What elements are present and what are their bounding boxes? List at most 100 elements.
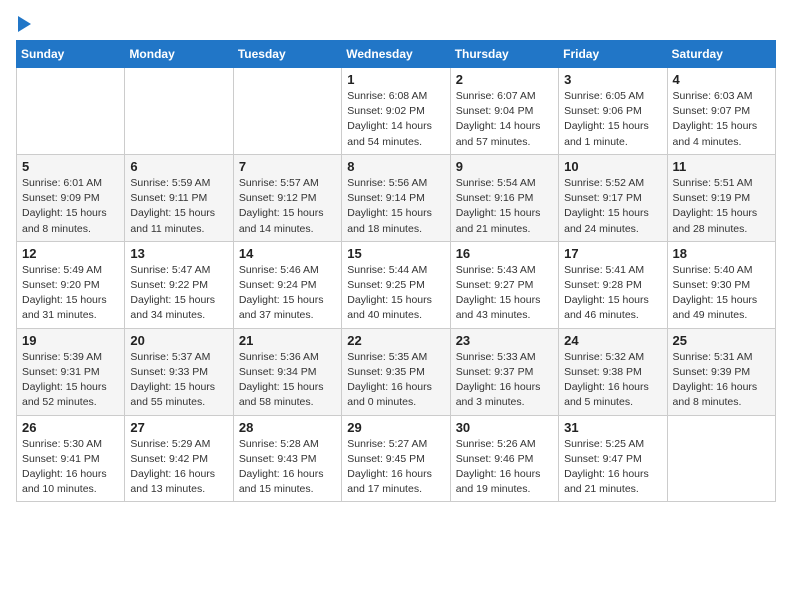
calendar-header-row: SundayMondayTuesdayWednesdayThursdayFrid… [17, 41, 776, 68]
calendar-cell: 21 Sunrise: 5:36 AM Sunset: 9:34 PM Dayli… [233, 328, 341, 415]
calendar-cell: 3 Sunrise: 6:05 AM Sunset: 9:06 PM Daylig… [559, 68, 667, 155]
calendar-week-row: 12 Sunrise: 5:49 AM Sunset: 9:20 PM Dayli… [17, 241, 776, 328]
calendar-cell: 15 Sunrise: 5:44 AM Sunset: 9:25 PM Dayli… [342, 241, 450, 328]
calendar-cell [233, 68, 341, 155]
day-info: Sunrise: 5:44 AM Sunset: 9:25 PM Dayligh… [347, 263, 444, 324]
day-info: Sunrise: 6:05 AM Sunset: 9:06 PM Dayligh… [564, 89, 661, 150]
calendar-cell: 5 Sunrise: 6:01 AM Sunset: 9:09 PM Daylig… [17, 154, 125, 241]
day-info: Sunrise: 6:01 AM Sunset: 9:09 PM Dayligh… [22, 176, 119, 237]
calendar-cell: 18Sunrise: 5:40 AM Sunset: 9:30 PM Dayli… [667, 241, 775, 328]
day-number: 22 [347, 333, 444, 348]
calendar-cell: 26 Sunrise: 5:30 AM Sunset: 9:41 PM Dayli… [17, 415, 125, 502]
day-info: Sunrise: 5:37 AM Sunset: 9:33 PM Dayligh… [130, 350, 227, 411]
day-number: 20 [130, 333, 227, 348]
calendar-cell: 14Sunrise: 5:46 AM Sunset: 9:24 PM Dayli… [233, 241, 341, 328]
day-info: Sunrise: 6:07 AM Sunset: 9:04 PM Dayligh… [456, 89, 553, 150]
calendar-cell: 16 Sunrise: 5:43 AM Sunset: 9:27 PM Dayli… [450, 241, 558, 328]
day-number: 7 [239, 159, 336, 174]
calendar-week-row: 5 Sunrise: 6:01 AM Sunset: 9:09 PM Daylig… [17, 154, 776, 241]
weekday-header-saturday: Saturday [667, 41, 775, 68]
calendar-cell: 8 Sunrise: 5:56 AM Sunset: 9:14 PM Daylig… [342, 154, 450, 241]
day-number: 12 [22, 246, 119, 261]
calendar-week-row: 26 Sunrise: 5:30 AM Sunset: 9:41 PM Dayli… [17, 415, 776, 502]
day-info: Sunrise: 5:59 AM Sunset: 9:11 PM Dayligh… [130, 176, 227, 237]
day-info: Sunrise: 6:03 AM Sunset: 9:07 PM Dayligh… [673, 89, 770, 150]
calendar-cell: 27 Sunrise: 5:29 AM Sunset: 9:42 PM Dayli… [125, 415, 233, 502]
calendar-cell: 2 Sunrise: 6:07 AM Sunset: 9:04 PM Daylig… [450, 68, 558, 155]
weekday-header-thursday: Thursday [450, 41, 558, 68]
logo [16, 16, 31, 32]
calendar-cell: 1Sunrise: 6:08 AM Sunset: 9:02 PM Daylig… [342, 68, 450, 155]
calendar-cell: 30Sunrise: 5:26 AM Sunset: 9:46 PM Dayli… [450, 415, 558, 502]
day-number: 11 [673, 159, 770, 174]
weekday-header-wednesday: Wednesday [342, 41, 450, 68]
day-info: Sunrise: 5:28 AM Sunset: 9:43 PM Dayligh… [239, 437, 336, 498]
day-info: Sunrise: 5:25 AM Sunset: 9:47 PM Dayligh… [564, 437, 661, 498]
day-number: 31 [564, 420, 661, 435]
calendar-cell: 29 Sunrise: 5:27 AM Sunset: 9:45 PM Dayli… [342, 415, 450, 502]
day-number: 27 [130, 420, 227, 435]
day-info: Sunrise: 5:39 AM Sunset: 9:31 PM Dayligh… [22, 350, 119, 411]
day-number: 18 [673, 246, 770, 261]
calendar-week-row: 1Sunrise: 6:08 AM Sunset: 9:02 PM Daylig… [17, 68, 776, 155]
calendar-cell: 13 Sunrise: 5:47 AM Sunset: 9:22 PM Dayli… [125, 241, 233, 328]
calendar-cell: 11Sunrise: 5:51 AM Sunset: 9:19 PM Dayli… [667, 154, 775, 241]
calendar-cell: 25 Sunrise: 5:31 AM Sunset: 9:39 PM Dayli… [667, 328, 775, 415]
day-number: 21 [239, 333, 336, 348]
day-number: 26 [22, 420, 119, 435]
weekday-header-monday: Monday [125, 41, 233, 68]
day-number: 29 [347, 420, 444, 435]
calendar-cell: 24Sunrise: 5:32 AM Sunset: 9:38 PM Dayli… [559, 328, 667, 415]
day-number: 23 [456, 333, 553, 348]
day-info: Sunrise: 5:30 AM Sunset: 9:41 PM Dayligh… [22, 437, 119, 498]
day-info: Sunrise: 5:43 AM Sunset: 9:27 PM Dayligh… [456, 263, 553, 324]
day-info: Sunrise: 5:29 AM Sunset: 9:42 PM Dayligh… [130, 437, 227, 498]
calendar-cell: 22 Sunrise: 5:35 AM Sunset: 9:35 PM Dayli… [342, 328, 450, 415]
calendar-cell: 7 Sunrise: 5:57 AM Sunset: 9:12 PM Daylig… [233, 154, 341, 241]
logo-arrow-icon [18, 16, 31, 32]
day-number: 2 [456, 72, 553, 87]
calendar-cell: 4 Sunrise: 6:03 AM Sunset: 9:07 PM Daylig… [667, 68, 775, 155]
calendar-week-row: 19Sunrise: 5:39 AM Sunset: 9:31 PM Dayli… [17, 328, 776, 415]
day-info: Sunrise: 5:56 AM Sunset: 9:14 PM Dayligh… [347, 176, 444, 237]
day-info: Sunrise: 5:33 AM Sunset: 9:37 PM Dayligh… [456, 350, 553, 411]
calendar-cell: 10 Sunrise: 5:52 AM Sunset: 9:17 PM Dayli… [559, 154, 667, 241]
day-info: Sunrise: 5:35 AM Sunset: 9:35 PM Dayligh… [347, 350, 444, 411]
day-number: 16 [456, 246, 553, 261]
day-info: Sunrise: 5:47 AM Sunset: 9:22 PM Dayligh… [130, 263, 227, 324]
calendar-cell: 6 Sunrise: 5:59 AM Sunset: 9:11 PM Daylig… [125, 154, 233, 241]
calendar-cell: 28 Sunrise: 5:28 AM Sunset: 9:43 PM Dayli… [233, 415, 341, 502]
calendar-cell: 23 Sunrise: 5:33 AM Sunset: 9:37 PM Dayli… [450, 328, 558, 415]
day-info: Sunrise: 5:49 AM Sunset: 9:20 PM Dayligh… [22, 263, 119, 324]
day-info: Sunrise: 5:27 AM Sunset: 9:45 PM Dayligh… [347, 437, 444, 498]
page-header [16, 16, 776, 32]
day-number: 3 [564, 72, 661, 87]
day-info: Sunrise: 5:31 AM Sunset: 9:39 PM Dayligh… [673, 350, 770, 411]
day-number: 15 [347, 246, 444, 261]
weekday-header-tuesday: Tuesday [233, 41, 341, 68]
day-number: 6 [130, 159, 227, 174]
day-info: Sunrise: 5:36 AM Sunset: 9:34 PM Dayligh… [239, 350, 336, 411]
calendar-table: SundayMondayTuesdayWednesdayThursdayFrid… [16, 40, 776, 502]
day-number: 5 [22, 159, 119, 174]
day-number: 24 [564, 333, 661, 348]
day-number: 25 [673, 333, 770, 348]
day-info: Sunrise: 5:54 AM Sunset: 9:16 PM Dayligh… [456, 176, 553, 237]
calendar-cell [17, 68, 125, 155]
day-number: 10 [564, 159, 661, 174]
day-info: Sunrise: 5:41 AM Sunset: 9:28 PM Dayligh… [564, 263, 661, 324]
day-info: Sunrise: 5:57 AM Sunset: 9:12 PM Dayligh… [239, 176, 336, 237]
calendar-cell: 9Sunrise: 5:54 AM Sunset: 9:16 PM Daylig… [450, 154, 558, 241]
calendar-cell: 31 Sunrise: 5:25 AM Sunset: 9:47 PM Dayli… [559, 415, 667, 502]
day-info: Sunrise: 5:26 AM Sunset: 9:46 PM Dayligh… [456, 437, 553, 498]
day-number: 17 [564, 246, 661, 261]
day-number: 8 [347, 159, 444, 174]
day-number: 13 [130, 246, 227, 261]
day-info: Sunrise: 6:08 AM Sunset: 9:02 PM Dayligh… [347, 89, 444, 150]
calendar-cell: 19Sunrise: 5:39 AM Sunset: 9:31 PM Dayli… [17, 328, 125, 415]
calendar-cell: 17 Sunrise: 5:41 AM Sunset: 9:28 PM Dayli… [559, 241, 667, 328]
day-number: 14 [239, 246, 336, 261]
day-number: 28 [239, 420, 336, 435]
day-info: Sunrise: 5:52 AM Sunset: 9:17 PM Dayligh… [564, 176, 661, 237]
day-number: 4 [673, 72, 770, 87]
